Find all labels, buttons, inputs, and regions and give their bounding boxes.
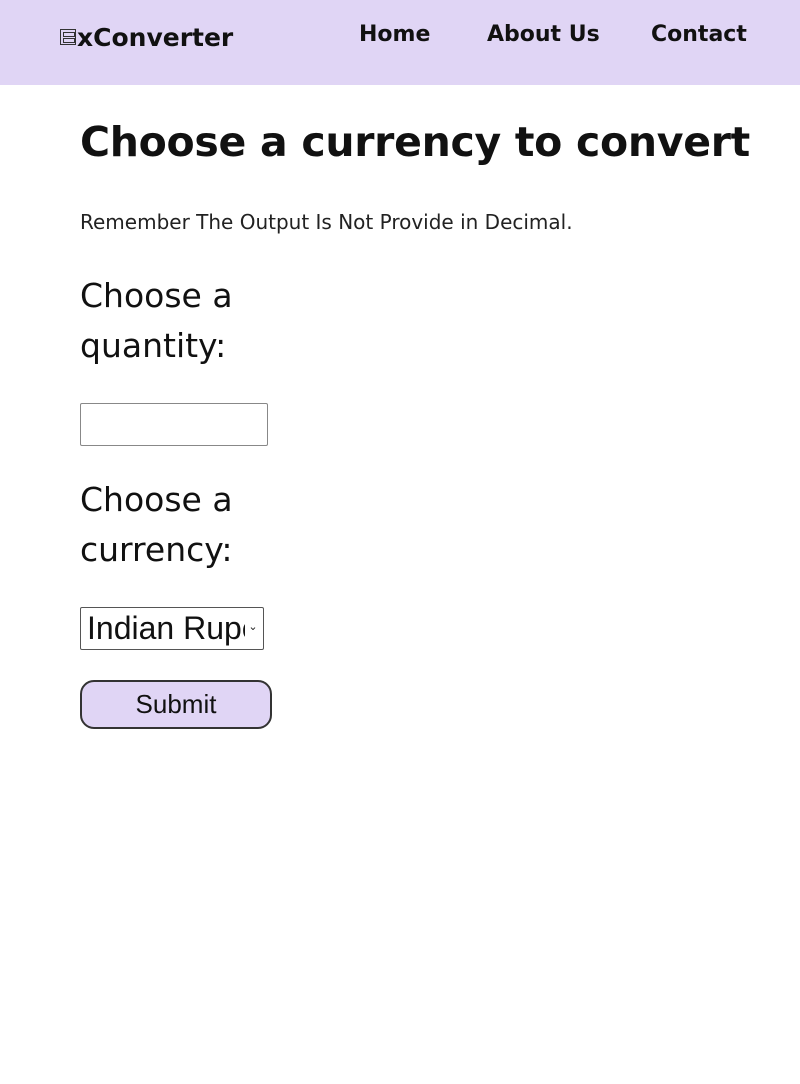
nav-link-contact[interactable]: Contact xyxy=(651,18,747,52)
nav-link-about-us[interactable]: About Us xyxy=(487,18,600,52)
header-bar: xConverter Home About Us Contact xyxy=(0,0,800,85)
currency-selected-value: Indian Rupee xyxy=(87,610,245,646)
chevron-down-icon: ⌄ xyxy=(248,620,258,633)
nav-link-home[interactable]: Home xyxy=(359,18,430,52)
quantity-input[interactable] xyxy=(80,403,268,446)
currency-label: Choose a currency: xyxy=(80,480,233,569)
main-nav: Home About Us Contact xyxy=(0,18,800,52)
currency-select[interactable]: Indian Rupee ⌄ xyxy=(80,607,264,650)
quantity-label: Choose a quantity: xyxy=(80,276,233,365)
submit-button[interactable]: Submit xyxy=(80,680,272,729)
output-note: Remember The Output Is Not Provide in De… xyxy=(80,210,573,234)
page-title: Choose a currency to convert xyxy=(80,118,750,166)
